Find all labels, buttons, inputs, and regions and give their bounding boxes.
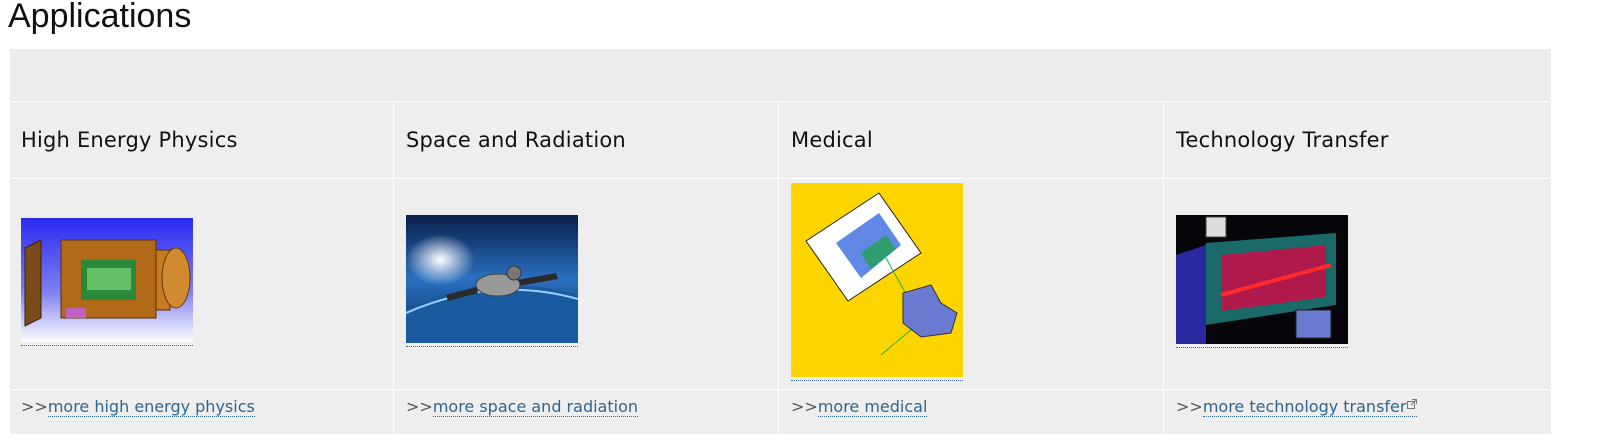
tech-transfer-image <box>1176 215 1348 344</box>
satellite-image <box>406 215 578 343</box>
medical-image-link[interactable] <box>791 183 963 381</box>
external-link-icon <box>1407 399 1418 409</box>
divider <box>395 178 778 179</box>
hep-image-link[interactable] <box>21 218 193 346</box>
page-title: Applications <box>8 0 192 35</box>
divider <box>1165 178 1551 179</box>
divider <box>395 389 778 390</box>
more-tech-transfer-link[interactable]: more technology transfer <box>1202 397 1418 417</box>
more-link-row: >>more space and radiation <box>406 397 638 417</box>
more-prefix: >> <box>1176 397 1203 416</box>
divider <box>1165 389 1551 390</box>
space-image-link[interactable] <box>406 215 578 347</box>
more-link-row: >>more medical <box>791 397 928 417</box>
more-prefix: >> <box>21 397 48 416</box>
hep-detector-image <box>21 218 193 342</box>
tech-image-link[interactable] <box>1176 215 1348 348</box>
more-medical-link[interactable]: more medical <box>817 397 928 417</box>
more-prefix: >> <box>406 397 433 416</box>
divider <box>780 178 1163 179</box>
column-title: Space and Radiation <box>406 128 626 152</box>
divider <box>10 389 393 390</box>
more-link-row: >>more high energy physics <box>21 397 255 417</box>
medical-plot-image <box>791 183 963 377</box>
column-title: High Energy Physics <box>21 128 238 152</box>
column-space-and-radiation: Space and Radiation >>more space and rad… <box>395 102 779 434</box>
column-technology-transfer: Technology Transfer >>more technology tr… <box>1165 102 1551 434</box>
column-title: Medical <box>791 128 873 152</box>
column-medical: Medical >>more medical <box>780 102 1164 434</box>
more-hep-link[interactable]: more high energy physics <box>47 397 255 417</box>
column-title: Technology Transfer <box>1176 128 1389 152</box>
panel-header-band <box>10 49 1551 102</box>
more-space-link[interactable]: more space and radiation <box>432 397 638 417</box>
divider <box>10 178 393 179</box>
more-tech-transfer-label: more technology transfer <box>1202 397 1407 416</box>
divider <box>780 389 1163 390</box>
more-link-row: >>more technology transfer <box>1176 397 1418 417</box>
column-high-energy-physics: High Energy Physics >>more high energy p… <box>10 102 394 434</box>
more-prefix: >> <box>791 397 818 416</box>
applications-panel: High Energy Physics >>more high energy p… <box>10 49 1551 434</box>
